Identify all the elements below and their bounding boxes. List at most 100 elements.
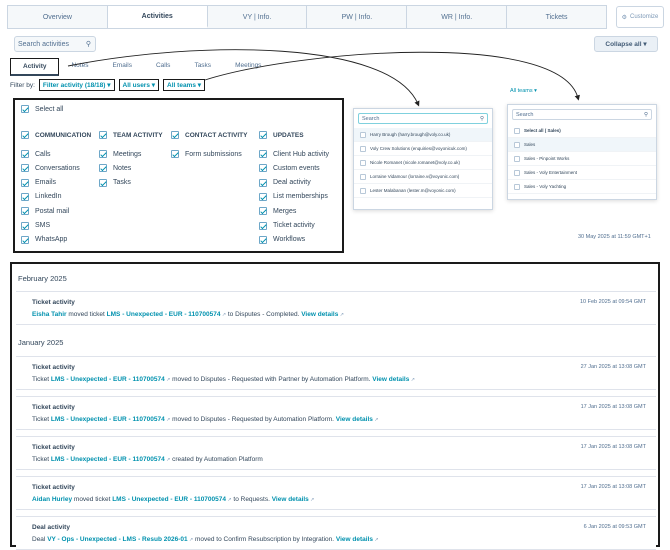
filter-option-updates[interactable]: Ticket activity xyxy=(259,221,315,230)
users-search-placeholder: Search xyxy=(362,115,380,122)
tab-tickets[interactable]: Tickets xyxy=(507,6,606,28)
filter-option-communication[interactable]: WhatsApp xyxy=(21,235,68,244)
record-link[interactable]: LMS - Unexpected - EUR - 110700574 xyxy=(51,456,165,463)
filter-option-label: WhatsApp xyxy=(35,236,68,244)
tab-vy-info[interactable]: VY | Info. xyxy=(208,6,308,28)
subtab-emails[interactable]: Emails xyxy=(100,58,144,76)
filter-option-updates[interactable]: List memberships xyxy=(259,192,328,201)
activity-card: Ticket activity 27 Jan 2025 at 13:08 GMT T… xyxy=(16,356,656,390)
filter-option-team[interactable]: Tasks xyxy=(99,178,131,187)
search-icon: ⚲ xyxy=(85,41,91,48)
filter-option-contact[interactable]: Form submissions xyxy=(171,150,242,158)
subtab-tasks[interactable]: Tasks xyxy=(182,58,223,76)
user-option[interactable]: Voly Crew Solutions (enquiries@voyonicuk… xyxy=(354,142,492,156)
record-link[interactable]: LMS - Unexpected - EUR - 110700574 xyxy=(51,416,165,423)
all-teams-label: All teams xyxy=(167,82,196,89)
customize-button[interactable]: ⚙ Customize xyxy=(616,6,664,28)
record-link[interactable]: LMS - Unexpected - EUR - 110700574 xyxy=(51,376,165,383)
group-team-activity[interactable]: TEAM ACTIVITY xyxy=(99,131,163,139)
checkbox-icon xyxy=(171,131,179,139)
filter-option-label: List memberships xyxy=(273,193,328,201)
filter-option-updates[interactable]: Workflows xyxy=(259,235,306,244)
card-date: 17 Jan 2025 at 13:08 GMT xyxy=(580,484,646,490)
filter-option-team[interactable]: Meetings xyxy=(99,150,141,158)
subtab-notes[interactable]: Notes xyxy=(59,58,100,76)
team-option[interactable]: Sales - Voly Entertainment xyxy=(508,166,656,180)
description-text: moved to Confirm Resubscription by Integ… xyxy=(193,536,336,543)
filter-option-updates[interactable]: Client Hub activity xyxy=(259,150,329,158)
view-details-link[interactable]: View details xyxy=(372,376,409,383)
tab-activities[interactable]: Activities xyxy=(107,6,208,28)
card-date: 17 Jan 2025 at 13:08 GMT xyxy=(580,404,646,410)
checkbox-icon xyxy=(21,131,29,139)
checkbox-icon xyxy=(360,173,366,180)
checkbox-icon xyxy=(360,187,366,194)
subtab-calls[interactable]: Calls xyxy=(144,58,182,76)
team-option-label: Sales - Voly Yachting xyxy=(524,184,567,189)
subtab-meetings[interactable]: Meetings xyxy=(223,58,273,76)
checkbox-icon xyxy=(360,145,366,152)
actor-link[interactable]: Aidan Hurley xyxy=(32,496,72,503)
activity-type-tabs: Activity Notes Emails Calls Tasks Meetin… xyxy=(10,58,273,76)
record-link[interactable]: LMS - Unexpected - EUR - 110700574 xyxy=(112,496,226,503)
group-contact-activity[interactable]: CONTACT ACTIVITY xyxy=(171,131,247,139)
view-details-link[interactable]: View details xyxy=(336,416,373,423)
view-details-link[interactable]: View details xyxy=(301,311,338,318)
user-option-label: Lester Malabanan (lester.m@voyonic.com) xyxy=(370,188,456,193)
card-description: Ticket LMS - Unexpected - EUR - 11070057… xyxy=(32,416,378,423)
group-communication[interactable]: COMMUNICATION xyxy=(21,131,91,139)
activity-card: Ticket activity 17 Jan 2025 at 13:08 GMT T… xyxy=(16,436,656,470)
view-details-link[interactable]: View details xyxy=(336,536,373,543)
record-link[interactable]: LMS - Unexpected - EUR - 110700574 xyxy=(107,311,221,318)
team-option[interactable]: Select all ( Sales) xyxy=(508,124,656,138)
filter-option-team[interactable]: Notes xyxy=(99,164,131,173)
filter-option-updates[interactable]: Deal activity xyxy=(259,178,311,187)
filter-option-updates[interactable]: Merges xyxy=(259,207,296,216)
record-link[interactable]: VY - Ops - Unexpected - LMS - Resub 2026… xyxy=(47,536,187,543)
view-details-link[interactable]: View details xyxy=(272,496,309,503)
teams-search-input[interactable]: Search ⚲ xyxy=(512,109,652,120)
tab-overview[interactable]: Overview xyxy=(8,6,108,28)
users-search-input[interactable]: Search ⚲ xyxy=(358,113,488,124)
tab-wr-info[interactable]: WR | Info. xyxy=(407,6,508,28)
tab-pw-info[interactable]: PW | Info. xyxy=(307,6,408,28)
filter-option-communication[interactable]: LinkedIn xyxy=(21,192,61,201)
user-option[interactable]: Harry Brough (harry.brough@voly.co.uk) xyxy=(354,128,492,142)
filter-option-updates[interactable]: Custom events xyxy=(259,164,320,173)
filter-option-communication[interactable]: Conversations xyxy=(21,164,80,173)
subtab-activity[interactable]: Activity xyxy=(10,58,60,76)
checkbox-icon xyxy=(99,164,107,173)
collapse-all-button[interactable]: Collapse all ▾ xyxy=(594,36,658,52)
team-option-label: Sales - Voly Entertainment xyxy=(524,170,578,175)
teams-dropdown-label[interactable]: All teams ▾ xyxy=(510,88,537,94)
team-option[interactable]: Sales - Pinpoint Works xyxy=(508,152,656,166)
teams-search-placeholder: Search xyxy=(516,111,534,118)
filter-option-communication[interactable]: Postal mail xyxy=(21,207,69,216)
external-link-icon: ↗ xyxy=(338,312,344,318)
filter-activity-dropdown[interactable]: Filter activity (18/18) ▾ xyxy=(38,79,115,91)
team-option[interactable]: Sales - Voly Yachting xyxy=(508,180,656,194)
user-option[interactable]: Nicole Romanet (nicole.romanet@voly.co.u… xyxy=(354,156,492,170)
checkbox-icon xyxy=(514,127,520,134)
filter-option-label: Workflows xyxy=(273,236,306,244)
team-option-label: Select all ( Sales) xyxy=(524,128,561,133)
activity-card: Deal activity 6 Jan 2025 at 09:53 GMT Deal… xyxy=(16,516,656,550)
activity-card: Ticket activity 10 Feb 2025 at 09:54 GMT E… xyxy=(16,291,656,325)
user-option[interactable]: Lorraine Vidamour (lorraine.v@voyonic.co… xyxy=(354,170,492,184)
filter-option-communication[interactable]: SMS xyxy=(21,221,50,230)
select-all-checkbox[interactable]: Select all xyxy=(21,105,63,113)
team-option[interactable]: Sales xyxy=(508,138,656,152)
filter-option-label: Emails xyxy=(35,179,57,187)
checkbox-icon xyxy=(259,178,267,187)
checkbox-icon xyxy=(360,131,366,138)
filter-option-communication[interactable]: Emails xyxy=(21,178,57,187)
user-option[interactable]: Lester Malabanan (lester.m@voyonic.com) xyxy=(354,184,492,198)
group-updates[interactable]: UPDATES xyxy=(259,131,304,139)
all-users-dropdown[interactable]: All users ▾ xyxy=(118,79,160,91)
description-text: moved to Disputes - Requested with Partn… xyxy=(170,376,373,383)
all-teams-dropdown[interactable]: All teams ▾ xyxy=(163,79,206,91)
search-input[interactable]: Search activities ⚲ xyxy=(14,36,96,52)
checkbox-icon xyxy=(259,150,267,158)
actor-link[interactable]: Eisha Tahir xyxy=(32,311,67,318)
filter-option-communication[interactable]: Calls xyxy=(21,150,51,158)
